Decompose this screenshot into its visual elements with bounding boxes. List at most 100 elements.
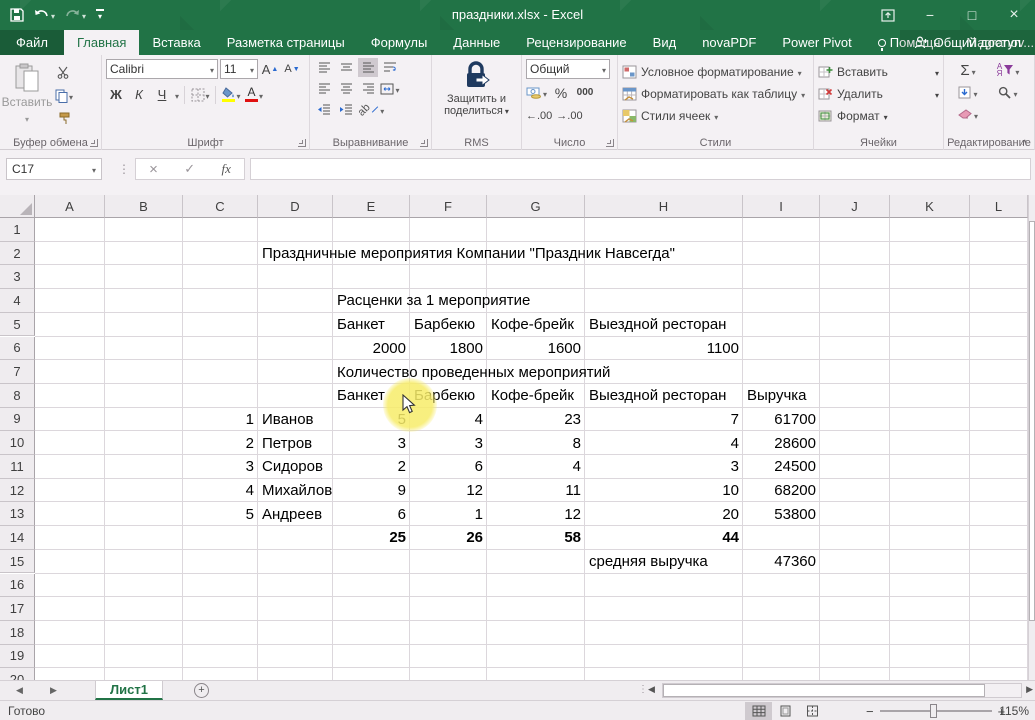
format-as-table-button[interactable]: Форматировать как таблицу: [622, 83, 809, 105]
maximize-button[interactable]: □: [951, 0, 993, 30]
fill-color-button[interactable]: [221, 85, 241, 104]
clipboard-dialog-launcher[interactable]: [90, 139, 98, 147]
column-header-B[interactable]: B: [105, 195, 183, 218]
cell-H14[interactable]: 44: [585, 526, 743, 550]
number-format-combo[interactable]: Общий: [526, 59, 610, 79]
percent-style-button[interactable]: %: [551, 83, 571, 102]
font-name-combo[interactable]: Calibri: [106, 59, 218, 79]
row-header-10[interactable]: 10: [0, 431, 35, 455]
row-header-19[interactable]: 19: [0, 645, 35, 669]
cell-C10[interactable]: 2: [183, 431, 258, 455]
row-header-18[interactable]: 18: [0, 621, 35, 645]
column-header-G[interactable]: G: [487, 195, 585, 218]
cell-H13[interactable]: 20: [585, 502, 743, 526]
autosum-button[interactable]: Σ: [948, 62, 988, 79]
top-align-button[interactable]: [314, 58, 334, 77]
cell-E13[interactable]: 6: [333, 502, 410, 526]
hscroll-right-arrow[interactable]: ▶: [1026, 684, 1033, 695]
alignment-dialog-launcher[interactable]: [420, 139, 428, 147]
italic-button[interactable]: К: [129, 85, 149, 104]
cell-F14[interactable]: 26: [410, 526, 487, 550]
insert-cells-button[interactable]: Вставить: [818, 61, 939, 83]
share-button[interactable]: Общий доступ: [900, 30, 1035, 55]
font-dialog-launcher[interactable]: [298, 139, 306, 147]
cell-H12[interactable]: 10: [585, 479, 743, 503]
column-header-A[interactable]: A: [35, 195, 105, 218]
cell-F11[interactable]: 6: [410, 455, 487, 479]
sheet-tab-list1[interactable]: Лист1: [95, 681, 163, 700]
cell-I10[interactable]: 28600: [743, 431, 820, 455]
cell-G9[interactable]: 23: [487, 408, 585, 432]
row-header-15[interactable]: 15: [0, 550, 35, 574]
borders-button[interactable]: [190, 85, 210, 104]
tab-7[interactable]: Вид: [640, 30, 690, 55]
cell-G12[interactable]: 11: [487, 479, 585, 503]
align-right-button[interactable]: [358, 79, 378, 98]
collapse-ribbon-icon[interactable]: ∧: [1021, 137, 1028, 148]
cell-H10[interactable]: 4: [585, 431, 743, 455]
align-left-button[interactable]: [314, 79, 334, 98]
row-header-9[interactable]: 9: [0, 408, 35, 432]
zoom-level[interactable]: 115%: [999, 704, 1029, 718]
cell-D10[interactable]: Петров: [258, 431, 312, 455]
cell-H5[interactable]: Выездной ресторан: [585, 313, 726, 337]
decrease-indent-button[interactable]: [314, 100, 334, 119]
cell-E8[interactable]: Банкет: [333, 384, 385, 408]
cell-H8[interactable]: Выездной ресторан: [585, 384, 726, 408]
cell-I13[interactable]: 53800: [743, 502, 820, 526]
cell-E6[interactable]: 2000: [333, 337, 410, 361]
cell-E7[interactable]: Количество проведенных мероприятий: [333, 360, 610, 384]
cell-F5[interactable]: Барбекю: [410, 313, 475, 337]
name-box[interactable]: C17: [6, 158, 102, 180]
font-color-button[interactable]: А: [244, 85, 264, 104]
insert-function-button[interactable]: fx: [221, 161, 230, 177]
row-header-17[interactable]: 17: [0, 597, 35, 621]
tab-6[interactable]: Рецензирование: [513, 30, 639, 55]
copy-button[interactable]: [54, 86, 74, 105]
dropdown-icon[interactable]: [175, 86, 179, 104]
column-header-J[interactable]: J: [820, 195, 890, 218]
row-header-6[interactable]: 6: [0, 337, 35, 361]
cell-H15[interactable]: средняя выручка: [585, 550, 708, 574]
cell-F10[interactable]: 3: [410, 431, 487, 455]
number-dialog-launcher[interactable]: [606, 139, 614, 147]
cell-E9[interactable]: 5: [333, 408, 410, 432]
comma-style-button[interactable]: 000: [575, 83, 595, 102]
underline-button[interactable]: Ч: [152, 85, 172, 104]
cell-E10[interactable]: 3: [333, 431, 410, 455]
cell-D2[interactable]: Праздничные мероприятия Компании "Праздн…: [258, 242, 675, 266]
cell-C9[interactable]: 1: [183, 408, 258, 432]
cell-E11[interactable]: 2: [333, 455, 410, 479]
ribbon-display-options-button[interactable]: [867, 0, 909, 30]
cell-H6[interactable]: 1100: [585, 337, 743, 361]
align-center-button[interactable]: [336, 79, 356, 98]
row-header-16[interactable]: 16: [0, 574, 35, 598]
column-header-L[interactable]: L: [970, 195, 1028, 218]
cell-G13[interactable]: 12: [487, 502, 585, 526]
formula-input[interactable]: [250, 158, 1031, 180]
vertical-scrollbar[interactable]: [1028, 195, 1035, 680]
bottom-align-button[interactable]: [358, 58, 378, 77]
increase-decimal-button[interactable]: ←.00: [526, 106, 552, 125]
tab-5[interactable]: Данные: [440, 30, 513, 55]
middle-align-button[interactable]: [336, 58, 356, 77]
cell-I12[interactable]: 68200: [743, 479, 820, 503]
bold-button[interactable]: Ж: [106, 85, 126, 104]
close-button[interactable]: ×: [993, 0, 1035, 30]
row-header-4[interactable]: 4: [0, 289, 35, 313]
page-layout-view-button[interactable]: [772, 702, 799, 720]
sheet-nav-prev-button[interactable]: ◀: [16, 681, 23, 700]
cell-C13[interactable]: 5: [183, 502, 258, 526]
cell-E14[interactable]: 25: [333, 526, 410, 550]
cell-F9[interactable]: 4: [410, 408, 487, 432]
tab-4[interactable]: Формулы: [358, 30, 441, 55]
cell-G11[interactable]: 4: [487, 455, 585, 479]
cell-E12[interactable]: 9: [333, 479, 410, 503]
cell-H9[interactable]: 7: [585, 408, 743, 432]
cell-G10[interactable]: 8: [487, 431, 585, 455]
cell-C12[interactable]: 4: [183, 479, 258, 503]
new-sheet-button[interactable]: +: [194, 683, 209, 698]
cut-button[interactable]: [54, 63, 74, 82]
delete-cells-button[interactable]: Удалить: [818, 83, 939, 105]
cell-G8[interactable]: Кофе-брейк: [487, 384, 574, 408]
